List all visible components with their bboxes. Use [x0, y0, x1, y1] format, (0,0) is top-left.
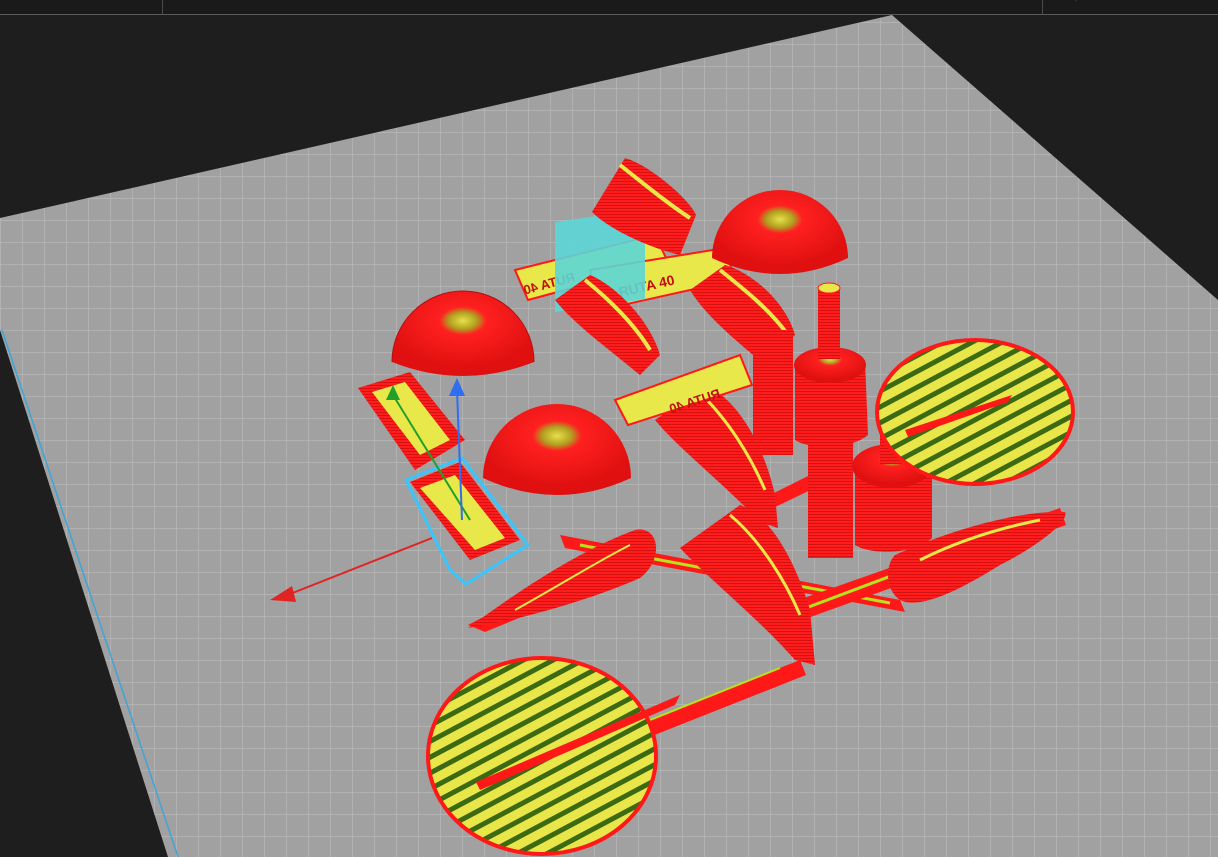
3d-viewport[interactable]: RUTA 40 RUTA 40 RUTA 40: [0, 15, 1218, 857]
toolbar-separator: [162, 0, 163, 14]
top-toolbar: ʼ: [0, 0, 1218, 15]
toolbar-separator: [1042, 0, 1043, 14]
slicer-window: ʼ RUTA 40 RUTA 40 RUTA 40: [0, 0, 1218, 857]
toolbar-icon[interactable]: ʼ: [1075, 0, 1079, 9]
disc-with-rod: [875, 338, 1075, 486]
